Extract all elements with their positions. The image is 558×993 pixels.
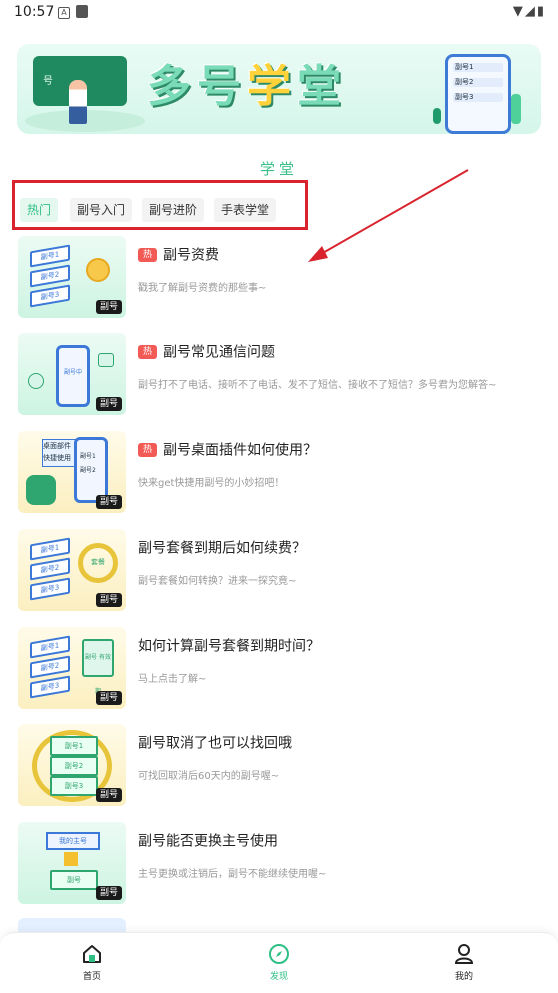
nav-home-label: 首页 xyxy=(82,972,101,982)
article-title: 副号能否更换主号使用 xyxy=(138,833,278,850)
banner-tablet-illustration: 副号1 副号2 副号3 xyxy=(445,54,511,134)
article-title: 副号资费 xyxy=(163,247,220,264)
nav-mine[interactable]: 我的 xyxy=(424,943,504,982)
sim-card-icon: 副号3 xyxy=(30,284,70,308)
bottom-nav: 首页 发现 我的 xyxy=(0,932,558,993)
hot-badge: 热 xyxy=(138,344,158,359)
nav-home[interactable]: 首页 xyxy=(52,943,132,982)
article-item[interactable]: 副号1 副号2 副号3 套餐 副号 副号套餐到期后如何续费？ 副号套餐如何转换？… xyxy=(0,529,558,619)
article-item[interactable]: 副号1 副号2 副号3 副号 热副号资费 戳我了解副号资费的那些事~ xyxy=(0,236,558,326)
article-title: 副号取消了也可以找回哦 xyxy=(138,735,292,752)
person-icon xyxy=(454,944,474,964)
status-time: 10:57 xyxy=(14,4,55,20)
article-thumbnail: 我的主号 副号 副号 xyxy=(18,822,126,904)
sim-card-icon: 副号2 xyxy=(50,756,98,776)
tab-advanced[interactable]: 副号进阶 xyxy=(142,198,205,222)
package-label: 套餐 xyxy=(91,558,105,566)
arrow-down-icon xyxy=(64,852,78,866)
article-thumbnail: 副号1 副号2 副号3 副号 xyxy=(18,724,126,806)
banner-tablet-row: 副号1 xyxy=(453,63,503,72)
article-thumbnail: 副号1 副号2 副号3 副号 有效期 副号 xyxy=(18,627,126,709)
article-item[interactable]: 副号1 副号2 副号3 副号 有效期 副号 如何计算副号套餐到期时间？ 马上点击… xyxy=(0,627,558,717)
signal-battery-icons: ▼◢▮ xyxy=(512,4,546,19)
plant-illustration xyxy=(511,94,521,124)
app-notification-icon xyxy=(76,5,88,18)
nav-discover[interactable]: 发现 xyxy=(239,943,319,982)
article-subtitle: 可找回取消后60天内的副号喔~ xyxy=(138,770,280,782)
nav-mine-label: 我的 xyxy=(454,972,473,982)
article-item[interactable]: 桌面部件快捷使用 副号1 副号2 副号 热副号桌面插件如何使用？ 快来get快捷… xyxy=(0,431,558,521)
thumbnail-badge: 副号 xyxy=(95,691,122,705)
thumbnail-badge: 副号 xyxy=(95,886,122,900)
coin-icon xyxy=(86,258,110,282)
plant-illustration xyxy=(433,108,441,124)
article-subtitle: 副号打不了电话、接听不了电话、发不了短信、接收不了短信？多号君为您解答~ xyxy=(138,379,497,391)
article-subtitle: 戳我了解副号资费的那些事~ xyxy=(138,282,267,294)
article-title: 副号桌面插件如何使用？ xyxy=(163,442,318,459)
article-item[interactable]: 副号1 副号2 副号3 副号 副号取消了也可以找回哦 可找回取消后60天内的副号… xyxy=(0,724,558,814)
sim-card-icon: 副号1 xyxy=(30,244,70,268)
validity-card-icon: 副号 有效期 xyxy=(82,639,114,695)
call-icon xyxy=(28,373,44,389)
widget-label-text: 快捷使用 xyxy=(43,454,71,462)
phone-screen-text: 副号中 xyxy=(63,369,82,376)
banner-title-char: 号 xyxy=(197,61,247,112)
sim-card-icon: 副号2 xyxy=(30,557,70,581)
banner-title-char: 堂 xyxy=(297,61,347,112)
main-number-card: 我的主号 xyxy=(46,832,100,850)
notification-icon: A xyxy=(58,7,70,19)
banner-tablet-row: 副号3 xyxy=(453,93,503,102)
status-bar: 10:57 A ▼◢▮ xyxy=(0,0,558,26)
sim-card-icon: 副号1 xyxy=(50,736,98,756)
banner-tablet-row: 副号2 xyxy=(453,78,503,87)
sim-card-icon: 副号 xyxy=(50,870,98,890)
article-subtitle: 主号更换或注销后，副号不能继续使用喔~ xyxy=(138,868,327,880)
hot-badge: 热 xyxy=(138,442,158,457)
hot-badge: 热 xyxy=(138,247,158,262)
message-icon xyxy=(98,353,114,367)
article-title: 如何计算副号套餐到期时间？ xyxy=(138,638,320,655)
article-subtitle: 快来get快捷用副号的小妙招吧！ xyxy=(138,477,285,489)
article-item[interactable]: 我的主号 副号 副号 副号能否更换主号使用 主号更换或注销后，副号不能继续使用喔… xyxy=(0,822,558,912)
banner-person-illustration xyxy=(69,80,87,124)
home-icon xyxy=(83,945,101,963)
article-title: 副号套餐到期后如何续费？ xyxy=(138,540,306,557)
tab-watch-school[interactable]: 手表学堂 xyxy=(214,198,277,222)
banner-title-char: 学 xyxy=(247,61,297,112)
banner-board-text: 号 xyxy=(43,76,53,87)
article-item[interactable]: 副号中 副号 热副号常见通信问题 副号打不了电话、接听不了电话、发不了短信、接收… xyxy=(0,333,558,423)
thumbnail-badge: 副号 xyxy=(95,300,122,314)
phone-row-text: 副号1 xyxy=(80,453,96,460)
tab-hot[interactable]: 热门 xyxy=(20,198,59,222)
banner[interactable]: 号 多号学堂 副号1 副号2 副号3 xyxy=(17,44,541,134)
article-subtitle: 副号套餐如何转换？进来一探究竟~ xyxy=(138,575,297,587)
sim-card-icon: 副号2 xyxy=(30,655,70,679)
sim-card-icon: 副号3 xyxy=(50,776,98,796)
thumbnail-badge: 副号 xyxy=(95,788,122,802)
article-thumbnail: 副号1 副号2 副号3 副号 xyxy=(18,236,126,318)
banner-title: 多号学堂 xyxy=(147,50,347,114)
sim-card-icon: 副号1 xyxy=(30,635,70,659)
thumbnail-badge: 副号 xyxy=(95,397,122,411)
compass-icon xyxy=(269,944,289,964)
sim-card-icon: 副号2 xyxy=(30,264,70,288)
sim-card-icon: 副号1 xyxy=(30,537,70,561)
article-title: 副号常见通信问题 xyxy=(163,344,276,361)
sim-card-icon: 副号3 xyxy=(30,577,70,601)
article-thumbnail: 桌面部件快捷使用 副号1 副号2 副号 xyxy=(18,431,126,513)
thumbnail-badge: 副号 xyxy=(95,593,122,607)
article-subtitle: 马上点击了解~ xyxy=(138,673,207,685)
banner-title-char: 多 xyxy=(147,61,197,112)
thumbnail-badge: 副号 xyxy=(95,495,122,509)
article-thumbnail-partial xyxy=(18,918,126,932)
nav-discover-label: 发现 xyxy=(269,972,288,982)
widget-label-text: 桌面部件 xyxy=(43,442,71,450)
phone-icon xyxy=(56,345,90,407)
puzzle-icon xyxy=(26,475,56,505)
article-thumbnail: 副号中 副号 xyxy=(18,333,126,415)
phone-row-text: 副号2 xyxy=(80,467,96,474)
tab-basics[interactable]: 副号入门 xyxy=(70,198,133,222)
sim-card-icon: 副号3 xyxy=(30,675,70,699)
article-thumbnail: 副号1 副号2 副号3 套餐 副号 xyxy=(18,529,126,611)
